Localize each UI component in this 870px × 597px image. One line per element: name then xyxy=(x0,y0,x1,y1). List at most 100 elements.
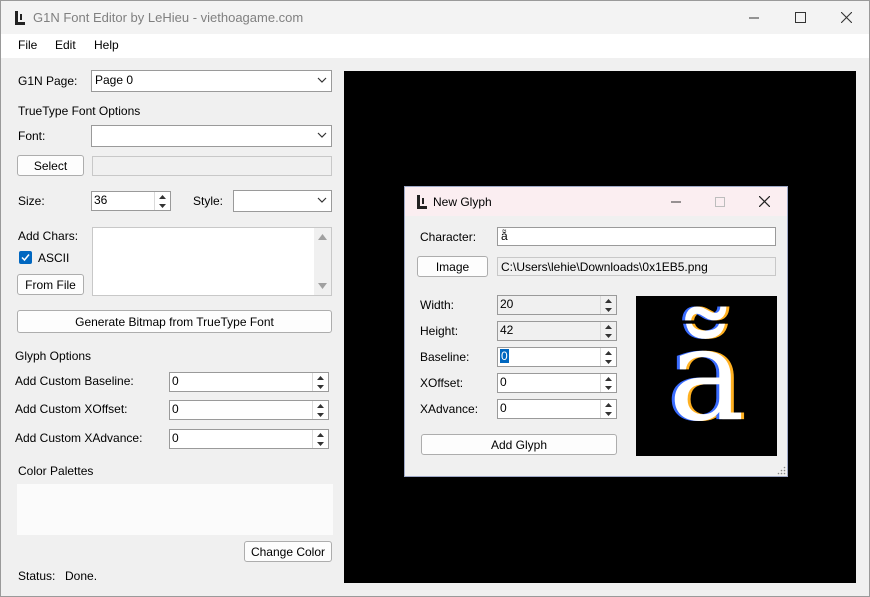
custom-xadvance-label: Add Custom XAdvance: xyxy=(15,431,143,445)
ttf-section-title: TrueType Font Options xyxy=(18,104,141,118)
scroll-up-icon[interactable] xyxy=(318,234,327,240)
color-palette-area[interactable] xyxy=(17,484,333,535)
spin-down-icon[interactable] xyxy=(313,382,328,391)
ascii-label: ASCII xyxy=(38,251,70,265)
dialog-minimize-button[interactable] xyxy=(653,187,699,216)
menu-help[interactable]: Help xyxy=(94,38,119,52)
app-icon xyxy=(417,195,427,209)
custom-baseline-label: Add Custom Baseline: xyxy=(15,374,134,388)
menu-file[interactable]: File xyxy=(18,38,37,52)
spin-buttons[interactable] xyxy=(600,374,616,392)
spin-up-icon[interactable] xyxy=(601,296,616,305)
style-select[interactable] xyxy=(233,190,332,212)
height-stepper[interactable]: 42 xyxy=(497,321,617,341)
close-button[interactable] xyxy=(823,1,869,34)
size-value: 36 xyxy=(94,193,108,207)
spin-up-icon[interactable] xyxy=(155,192,170,201)
checkmark-icon xyxy=(21,254,30,262)
spin-buttons[interactable] xyxy=(312,401,328,419)
spin-up-icon[interactable] xyxy=(601,322,616,331)
maximize-button[interactable] xyxy=(777,1,823,34)
spin-up-icon[interactable] xyxy=(601,374,616,383)
size-label: Size: xyxy=(18,194,45,208)
app-icon xyxy=(15,11,25,25)
menu-edit[interactable]: Edit xyxy=(55,38,76,52)
menu-bar: File Edit Help xyxy=(1,34,869,58)
size-stepper[interactable]: 36 xyxy=(91,191,171,211)
title-bar[interactable]: G1N Font Editor by LeHieu - viethoagame.… xyxy=(1,1,869,34)
add-chars-textarea[interactable] xyxy=(92,227,332,296)
chevron-down-icon xyxy=(317,132,327,138)
resize-grip-icon[interactable] xyxy=(777,466,786,475)
spin-buttons[interactable] xyxy=(312,373,328,391)
ascii-checkbox[interactable] xyxy=(19,251,32,264)
spin-down-icon[interactable] xyxy=(601,383,616,392)
spin-buttons[interactable] xyxy=(600,296,616,314)
spin-buttons[interactable] xyxy=(600,322,616,340)
custom-xadvance-stepper[interactable]: 0 xyxy=(169,429,329,449)
spin-buttons[interactable] xyxy=(600,348,616,366)
xadvance-stepper[interactable]: 0 xyxy=(497,399,617,419)
dialog-title-bar[interactable]: New Glyph xyxy=(405,187,787,216)
spin-up-icon[interactable] xyxy=(313,373,328,382)
glyph-options-title: Glyph Options xyxy=(15,349,92,363)
spin-down-icon[interactable] xyxy=(601,357,616,366)
minimize-icon xyxy=(749,17,759,18)
add-chars-scrollbar[interactable] xyxy=(314,228,331,295)
dialog-maximize-button[interactable] xyxy=(697,187,743,216)
spin-down-icon[interactable] xyxy=(313,410,328,419)
width-value: 20 xyxy=(500,297,514,311)
custom-baseline-stepper[interactable]: 0 xyxy=(169,372,329,392)
g1n-page-select[interactable]: Page 0 xyxy=(91,70,332,92)
spin-up-icon[interactable] xyxy=(601,400,616,409)
g1n-page-value: Page 0 xyxy=(95,73,134,87)
minimize-button[interactable] xyxy=(731,1,777,34)
change-color-button[interactable]: Change Color xyxy=(244,541,332,562)
width-stepper[interactable]: 20 xyxy=(497,295,617,315)
generate-bitmap-button[interactable]: Generate Bitmap from TrueType Font xyxy=(17,310,332,333)
add-glyph-button[interactable]: Add Glyph xyxy=(421,434,617,455)
from-file-button[interactable]: From File xyxy=(17,274,84,295)
xadvance-label: XAdvance: xyxy=(420,402,479,416)
spin-down-icon[interactable] xyxy=(601,305,616,314)
main-window: G1N Font Editor by LeHieu - viethoagame.… xyxy=(0,0,870,597)
glyph-preview: ẵ xyxy=(636,296,777,456)
character-input[interactable]: ẵ xyxy=(497,227,776,246)
spin-buttons[interactable] xyxy=(312,430,328,448)
custom-xoffset-label: Add Custom XOffset: xyxy=(15,402,128,416)
color-palettes-label: Color Palettes xyxy=(18,464,94,478)
scroll-down-icon[interactable] xyxy=(318,283,327,289)
xoffset-value: 0 xyxy=(500,375,507,389)
minimize-icon xyxy=(671,201,681,202)
status-label: Status: xyxy=(18,569,56,583)
spin-buttons[interactable] xyxy=(600,400,616,418)
spin-down-icon[interactable] xyxy=(313,439,328,448)
font-label: Font: xyxy=(18,129,46,143)
spin-up-icon[interactable] xyxy=(313,430,328,439)
custom-xadvance-value: 0 xyxy=(172,431,179,445)
spin-up-icon[interactable] xyxy=(313,401,328,410)
size-spin-buttons[interactable] xyxy=(154,192,170,210)
spin-down-icon[interactable] xyxy=(601,331,616,340)
window-title: G1N Font Editor by LeHieu - viethoagame.… xyxy=(33,10,304,25)
xoffset-stepper[interactable]: 0 xyxy=(497,373,617,393)
new-glyph-dialog: New Glyph Character: ẵ Image C:\Users\le… xyxy=(404,186,788,477)
font-select[interactable] xyxy=(91,125,332,147)
dialog-close-button[interactable] xyxy=(741,187,787,216)
spin-down-icon[interactable] xyxy=(601,409,616,418)
close-icon xyxy=(758,196,770,207)
spin-up-icon[interactable] xyxy=(601,348,616,357)
font-path-field xyxy=(92,156,332,176)
select-font-button[interactable]: Select xyxy=(17,155,84,176)
baseline-stepper[interactable]: 0 xyxy=(497,347,617,367)
maximize-icon xyxy=(794,12,806,23)
width-label: Width: xyxy=(420,298,455,312)
add-chars-label: Add Chars: xyxy=(18,229,79,243)
status-value: Done. xyxy=(65,569,98,583)
custom-xoffset-value: 0 xyxy=(172,402,179,416)
image-button[interactable]: Image xyxy=(417,256,488,277)
custom-xoffset-stepper[interactable]: 0 xyxy=(169,400,329,420)
image-path-value: C:\Users\lehie\Downloads\0x1EB5.png xyxy=(501,260,708,274)
g1n-page-label: G1N Page: xyxy=(18,74,78,88)
spin-down-icon[interactable] xyxy=(155,201,170,210)
